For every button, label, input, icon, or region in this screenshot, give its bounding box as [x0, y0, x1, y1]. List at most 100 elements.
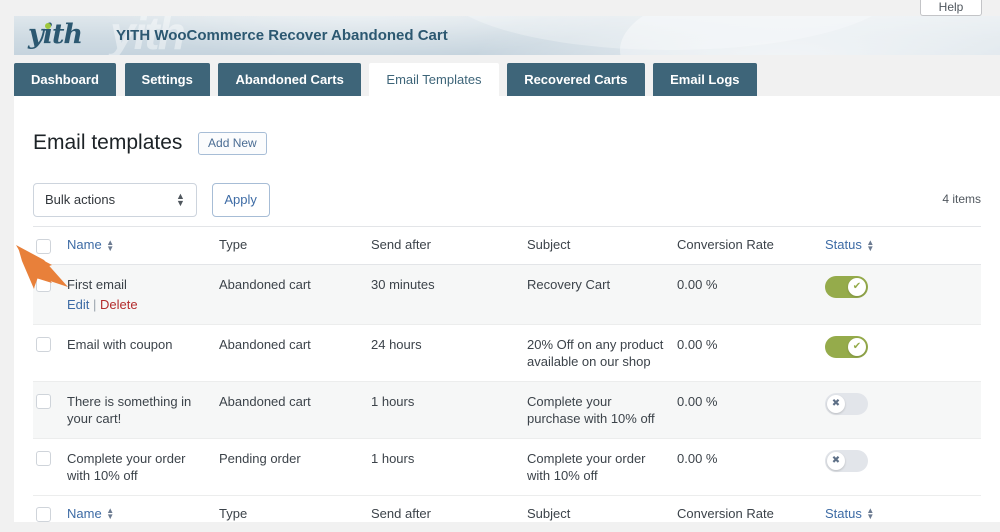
items-count-label: 4 items: [942, 192, 981, 206]
row-conversion-label: 0.00 %: [677, 393, 718, 409]
row-send-after-label: 1 hours: [371, 393, 415, 409]
column-header-status[interactable]: Status ▲ ▼: [825, 226, 981, 265]
row-conversion-cell: 0.00 %: [677, 438, 825, 496]
row-name-cell: Complete your order with 10% off: [67, 438, 219, 496]
row-subject-cell: Complete your order with 10% off: [527, 438, 677, 496]
tab-abandoned-carts[interactable]: Abandoned Carts: [218, 63, 361, 96]
column-footer-subject: Subject: [527, 494, 677, 532]
column-header-name-label: Name: [67, 237, 102, 252]
status-toggle[interactable]: ✔: [825, 275, 868, 298]
column-footer-send-after: Send after: [371, 494, 527, 532]
column-footer-name[interactable]: Name ▲ ▼: [67, 494, 219, 532]
row-conversion-label: 0.00 %: [677, 450, 718, 466]
main-panel: Email templates Add New Bulk actions ▲ ▼ …: [14, 96, 1000, 532]
table-row: First email Edit | Delete Abandoned cart…: [33, 264, 981, 325]
row-name-label: Complete your order with 10% off: [67, 450, 186, 483]
row-conversion-cell: 0.00 %: [677, 324, 825, 382]
row-type-cell: Pending order: [219, 438, 371, 496]
row-status-cell: ✔: [825, 324, 981, 382]
row-subject-label: Recovery Cart: [527, 276, 611, 292]
row-send-after-cell: 24 hours: [371, 324, 527, 382]
column-header-conversion-rate: Conversion Rate: [677, 226, 825, 265]
row-checkbox[interactable]: [36, 337, 51, 353]
row-checkbox[interactable]: [36, 277, 51, 293]
row-subject-label: Complete your order with 10% off: [527, 450, 646, 483]
add-new-button[interactable]: Add New: [198, 131, 267, 155]
row-send-after-cell: 30 minutes: [371, 264, 527, 325]
sort-arrows-icon: ▲ ▼: [106, 237, 115, 253]
row-subject-cell: Recovery Cart: [527, 264, 677, 325]
row-type-cell: Abandoned cart: [219, 381, 371, 439]
row-conversion-label: 0.00 %: [677, 276, 718, 292]
select-all-checkbox-bottom[interactable]: [36, 507, 51, 523]
page-header: Email templates Add New: [33, 131, 267, 155]
row-send-after-label: 30 minutes: [371, 276, 435, 292]
close-icon: ✖: [827, 394, 845, 413]
row-name-label: First email: [67, 276, 127, 292]
table-row: Complete your order with 10% off Pending…: [33, 438, 981, 496]
column-footer-status[interactable]: Status ▲ ▼: [825, 494, 981, 532]
up-down-arrows-icon: ▲ ▼: [176, 191, 185, 208]
column-footer-type: Type: [219, 494, 371, 532]
row-name-cell: Email with coupon: [67, 324, 219, 382]
help-tab[interactable]: Help: [920, 0, 982, 16]
row-conversion-label: 0.00 %: [677, 336, 718, 352]
edit-link[interactable]: Edit: [67, 297, 89, 312]
status-toggle[interactable]: ✖: [825, 449, 868, 472]
row-type-label: Abandoned cart: [219, 276, 311, 292]
row-actions: Edit | Delete: [67, 296, 209, 313]
table-foot: Name ▲ ▼ Type Send after Subject Conversio…: [33, 494, 981, 532]
sort-arrows-icon: ▲ ▼: [866, 506, 875, 522]
table-row: Email with coupon Abandoned cart 24 hour…: [33, 324, 981, 382]
row-type-label: Pending order: [219, 450, 301, 466]
column-header-type: Type: [219, 226, 371, 265]
row-subject-label: Complete your purchase with 10% off: [527, 393, 655, 426]
check-icon: ✔: [848, 277, 866, 296]
table-header-row: Name ▲ ▼ Type Send after Subject Conversio…: [33, 226, 981, 265]
table-head: Name ▲ ▼ Type Send after Subject Conversio…: [33, 226, 981, 265]
column-footer-name-label: Name: [67, 505, 102, 521]
apply-button[interactable]: Apply: [211, 183, 270, 217]
row-type-cell: Abandoned cart: [219, 264, 371, 325]
select-all-checkbox-top[interactable]: [36, 238, 51, 254]
tab-email-templates[interactable]: Email Templates: [369, 63, 499, 96]
bulk-actions-select[interactable]: Bulk actions ▲ ▼: [33, 183, 197, 217]
column-header-name[interactable]: Name ▲ ▼: [67, 226, 219, 265]
tab-recovered-carts[interactable]: Recovered Carts: [507, 63, 645, 96]
table-row: There is something in your cart! Abandon…: [33, 381, 981, 439]
column-header-send-after: Send after: [371, 226, 527, 265]
page-title: Email templates: [33, 131, 183, 154]
delete-link[interactable]: Delete: [100, 297, 138, 312]
row-checkbox-cell: [33, 264, 67, 325]
row-send-after-cell: 1 hours: [371, 381, 527, 439]
status-toggle[interactable]: ✔: [825, 335, 868, 358]
row-checkbox[interactable]: [36, 451, 51, 467]
row-checkbox-cell: [33, 324, 67, 382]
row-status-cell: ✔: [825, 264, 981, 325]
column-header-status-label: Status: [825, 237, 862, 252]
tab-dashboard[interactable]: Dashboard: [14, 63, 116, 96]
row-checkbox-cell: [33, 438, 67, 496]
row-name-label: There is something in your cart!: [67, 393, 192, 426]
row-type-cell: Abandoned cart: [219, 324, 371, 382]
status-toggle[interactable]: ✖: [825, 392, 868, 415]
plugin-title: YITH WooCommerce Recover Abandoned Cart: [116, 27, 448, 44]
table-footer-row: Name ▲ ▼ Type Send after Subject Conversio…: [33, 494, 981, 532]
tab-settings[interactable]: Settings: [124, 63, 210, 96]
row-checkbox[interactable]: [36, 394, 51, 410]
row-status-cell: ✖: [825, 381, 981, 439]
row-conversion-cell: 0.00 %: [677, 381, 825, 439]
email-templates-table: Name ▲ ▼ Type Send after Subject Conversio…: [33, 226, 981, 532]
row-conversion-cell: 0.00 %: [677, 264, 825, 325]
close-icon: ✖: [827, 451, 845, 470]
row-subject-label: 20% Off on any product available on our …: [527, 336, 664, 369]
tab-email-logs[interactable]: Email Logs: [653, 63, 757, 96]
select-all-footer: [33, 494, 67, 532]
row-checkbox-cell: [33, 381, 67, 439]
admin-top-strip: Help: [0, 0, 1000, 16]
row-send-after-label: 1 hours: [371, 450, 415, 466]
plugin-tab-bar: Dashboard Settings Abandoned Carts Email…: [14, 63, 1000, 96]
row-send-after-label: 24 hours: [371, 336, 422, 352]
bulk-actions-select-value: Bulk actions: [45, 192, 116, 207]
select-all-header: [33, 226, 67, 265]
